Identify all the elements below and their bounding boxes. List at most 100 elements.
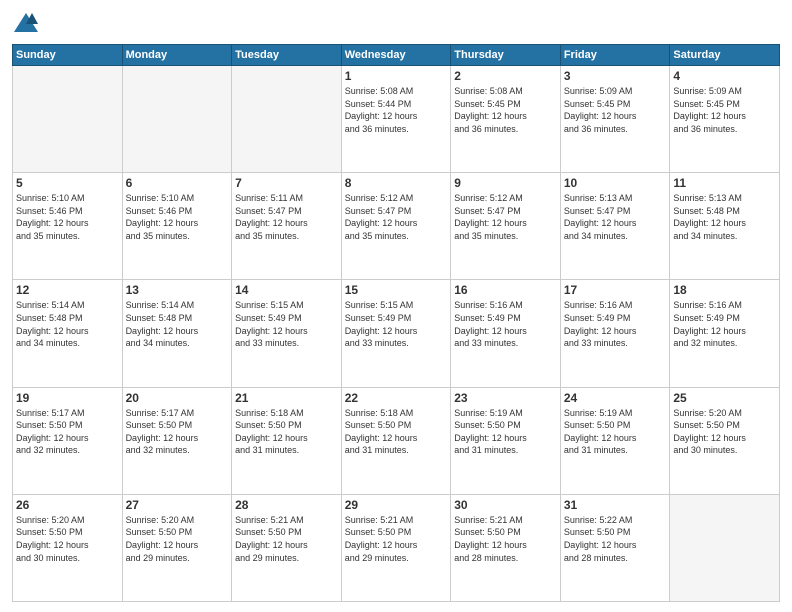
calendar-cell: 11Sunrise: 5:13 AM Sunset: 5:48 PM Dayli…	[670, 173, 780, 280]
day-number: 1	[345, 69, 448, 83]
calendar-cell: 12 Sunrise: 5:14 AM Sunset: 5:48 PM Dayli…	[13, 280, 123, 387]
day-number: 13	[126, 283, 229, 297]
day-info: Sunrise: 5:18 AM Sunset: 5:50 PM Dayligh…	[235, 407, 338, 457]
day-info: Sunrise: 5:12 AM Sunset: 5:47 PM Dayligh…	[454, 192, 557, 242]
day-info: Sunrise: 5:08 AM Sunset: 5:44 PM Dayligh…	[345, 85, 448, 135]
calendar-cell: 18 Sunrise: 5:16 AM Sunset: 5:49 PM Dayli…	[670, 280, 780, 387]
day-number: 26	[16, 498, 119, 512]
calendar-cell: 26 Sunrise: 5:20 AM Sunset: 5:50 PM Dayli…	[13, 494, 123, 601]
calendar-cell: 17 Sunrise: 5:16 AM Sunset: 5:49 PM Dayli…	[560, 280, 670, 387]
calendar-cell: 19Sunrise: 5:17 AM Sunset: 5:50 PM Dayli…	[13, 387, 123, 494]
day-number: 8	[345, 176, 448, 190]
day-info: Sunrise: 5:21 AM Sunset: 5:50 PM Dayligh…	[454, 514, 557, 564]
day-info: Sunrise: 5:10 AM Sunset: 5:46 PM Dayligh…	[126, 192, 229, 242]
day-info: Sunrise: 5:16 AM Sunset: 5:49 PM Dayligh…	[454, 299, 557, 349]
calendar-cell: 10 Sunrise: 5:13 AM Sunset: 5:47 PM Dayli…	[560, 173, 670, 280]
day-number: 14	[235, 283, 338, 297]
day-info: Sunrise: 5:21 AM Sunset: 5:50 PM Dayligh…	[345, 514, 448, 564]
weekday-header: Wednesday	[341, 45, 451, 66]
calendar-cell: 8 Sunrise: 5:12 AM Sunset: 5:47 PM Daylig…	[341, 173, 451, 280]
weekday-header: Saturday	[670, 45, 780, 66]
day-info: Sunrise: 5:15 AM Sunset: 5:49 PM Dayligh…	[235, 299, 338, 349]
day-info: Sunrise: 5:09 AM Sunset: 5:45 PM Dayligh…	[673, 85, 776, 135]
calendar-cell: 20 Sunrise: 5:17 AM Sunset: 5:50 PM Dayli…	[122, 387, 232, 494]
calendar-cell: 24 Sunrise: 5:19 AM Sunset: 5:50 PM Dayli…	[560, 387, 670, 494]
day-number: 2	[454, 69, 557, 83]
day-info: Sunrise: 5:21 AM Sunset: 5:50 PM Dayligh…	[235, 514, 338, 564]
day-info: Sunrise: 5:15 AM Sunset: 5:49 PM Dayligh…	[345, 299, 448, 349]
day-info: Sunrise: 5:20 AM Sunset: 5:50 PM Dayligh…	[673, 407, 776, 457]
logo-icon	[12, 10, 40, 38]
calendar-cell: 13 Sunrise: 5:14 AM Sunset: 5:48 PM Dayli…	[122, 280, 232, 387]
calendar-cell: 28 Sunrise: 5:21 AM Sunset: 5:50 PM Dayli…	[232, 494, 342, 601]
calendar-cell: 23Sunrise: 5:19 AM Sunset: 5:50 PM Dayli…	[451, 387, 561, 494]
day-number: 17	[564, 283, 667, 297]
calendar-table: SundayMondayTuesdayWednesdayThursdayFrid…	[12, 44, 780, 602]
day-number: 28	[235, 498, 338, 512]
day-info: Sunrise: 5:20 AM Sunset: 5:50 PM Dayligh…	[16, 514, 119, 564]
calendar-cell: 30 Sunrise: 5:21 AM Sunset: 5:50 PM Dayli…	[451, 494, 561, 601]
day-info: Sunrise: 5:14 AM Sunset: 5:48 PM Dayligh…	[126, 299, 229, 349]
weekday-header: Friday	[560, 45, 670, 66]
day-number: 6	[126, 176, 229, 190]
calendar-cell: 16 Sunrise: 5:16 AM Sunset: 5:49 PM Dayli…	[451, 280, 561, 387]
day-number: 10	[564, 176, 667, 190]
day-info: Sunrise: 5:14 AM Sunset: 5:48 PM Dayligh…	[16, 299, 119, 349]
day-number: 3	[564, 69, 667, 83]
calendar-cell	[122, 66, 232, 173]
day-number: 21	[235, 391, 338, 405]
day-info: Sunrise: 5:20 AM Sunset: 5:50 PM Dayligh…	[126, 514, 229, 564]
day-info: Sunrise: 5:17 AM Sunset: 5:50 PM Dayligh…	[126, 407, 229, 457]
day-number: 16	[454, 283, 557, 297]
page: SundayMondayTuesdayWednesdayThursdayFrid…	[0, 0, 792, 612]
day-number: 4	[673, 69, 776, 83]
day-info: Sunrise: 5:19 AM Sunset: 5:50 PM Dayligh…	[564, 407, 667, 457]
day-info: Sunrise: 5:17 AM Sunset: 5:50 PM Dayligh…	[16, 407, 119, 457]
weekday-header: Thursday	[451, 45, 561, 66]
day-info: Sunrise: 5:10 AM Sunset: 5:46 PM Dayligh…	[16, 192, 119, 242]
calendar-cell: 9 Sunrise: 5:12 AM Sunset: 5:47 PM Daylig…	[451, 173, 561, 280]
day-number: 24	[564, 391, 667, 405]
calendar-cell: 31 Sunrise: 5:22 AM Sunset: 5:50 PM Dayli…	[560, 494, 670, 601]
weekday-header: Monday	[122, 45, 232, 66]
day-number: 18	[673, 283, 776, 297]
day-info: Sunrise: 5:18 AM Sunset: 5:50 PM Dayligh…	[345, 407, 448, 457]
day-info: Sunrise: 5:16 AM Sunset: 5:49 PM Dayligh…	[673, 299, 776, 349]
calendar-cell: 5 Sunrise: 5:10 AM Sunset: 5:46 PM Daylig…	[13, 173, 123, 280]
calendar-cell: 29 Sunrise: 5:21 AM Sunset: 5:50 PM Dayli…	[341, 494, 451, 601]
calendar-cell	[13, 66, 123, 173]
day-info: Sunrise: 5:13 AM Sunset: 5:48 PM Dayligh…	[673, 192, 776, 242]
day-info: Sunrise: 5:22 AM Sunset: 5:50 PM Dayligh…	[564, 514, 667, 564]
day-number: 15	[345, 283, 448, 297]
weekday-header: Sunday	[13, 45, 123, 66]
day-number: 9	[454, 176, 557, 190]
calendar-cell: 4 Sunrise: 5:09 AM Sunset: 5:45 PM Daylig…	[670, 66, 780, 173]
day-number: 27	[126, 498, 229, 512]
day-info: Sunrise: 5:12 AM Sunset: 5:47 PM Dayligh…	[345, 192, 448, 242]
day-info: Sunrise: 5:16 AM Sunset: 5:49 PM Dayligh…	[564, 299, 667, 349]
day-info: Sunrise: 5:11 AM Sunset: 5:47 PM Dayligh…	[235, 192, 338, 242]
calendar-cell: 21 Sunrise: 5:18 AM Sunset: 5:50 PM Dayli…	[232, 387, 342, 494]
calendar-cell: 7 Sunrise: 5:11 AM Sunset: 5:47 PM Daylig…	[232, 173, 342, 280]
day-number: 29	[345, 498, 448, 512]
calendar-cell: 6 Sunrise: 5:10 AM Sunset: 5:46 PM Daylig…	[122, 173, 232, 280]
calendar-cell	[670, 494, 780, 601]
calendar-cell: 14 Sunrise: 5:15 AM Sunset: 5:49 PM Dayli…	[232, 280, 342, 387]
calendar-cell	[232, 66, 342, 173]
day-number: 7	[235, 176, 338, 190]
calendar-cell: 1 Sunrise: 5:08 AM Sunset: 5:44 PM Daylig…	[341, 66, 451, 173]
calendar-cell: 2Sunrise: 5:08 AM Sunset: 5:45 PM Daylig…	[451, 66, 561, 173]
day-number: 31	[564, 498, 667, 512]
day-number: 30	[454, 498, 557, 512]
day-number: 25	[673, 391, 776, 405]
calendar-cell: 25 Sunrise: 5:20 AM Sunset: 5:50 PM Dayli…	[670, 387, 780, 494]
day-number: 20	[126, 391, 229, 405]
calendar-cell: 3 Sunrise: 5:09 AM Sunset: 5:45 PM Daylig…	[560, 66, 670, 173]
day-info: Sunrise: 5:09 AM Sunset: 5:45 PM Dayligh…	[564, 85, 667, 135]
day-number: 23	[454, 391, 557, 405]
day-number: 5	[16, 176, 119, 190]
day-info: Sunrise: 5:13 AM Sunset: 5:47 PM Dayligh…	[564, 192, 667, 242]
day-number: 12	[16, 283, 119, 297]
calendar-cell: 22Sunrise: 5:18 AM Sunset: 5:50 PM Dayli…	[341, 387, 451, 494]
calendar-cell: 15 Sunrise: 5:15 AM Sunset: 5:49 PM Dayli…	[341, 280, 451, 387]
